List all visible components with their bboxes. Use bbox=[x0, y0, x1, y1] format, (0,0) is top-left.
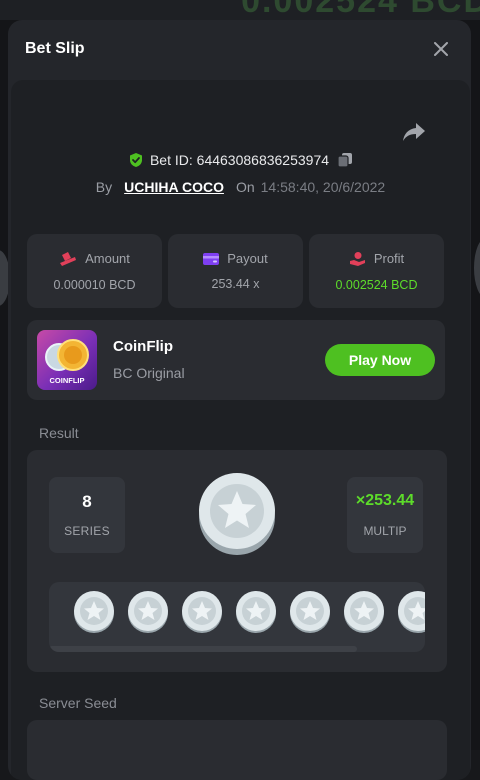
hand-coin-icon bbox=[349, 251, 366, 267]
result-coin-icon bbox=[197, 473, 277, 555]
coinflip-thumbnail[interactable]: COINFLIP bbox=[37, 330, 97, 390]
play-now-button[interactable]: Play Now bbox=[325, 344, 435, 376]
by-label: By bbox=[96, 179, 112, 195]
svg-text:COINFLIP: COINFLIP bbox=[50, 376, 85, 385]
coin-icon bbox=[343, 591, 385, 633]
server-seed-field bbox=[27, 720, 447, 780]
multiplier-box: ×253.44 MULTIP bbox=[347, 477, 423, 553]
copy-icon[interactable] bbox=[337, 152, 353, 168]
game-name: CoinFlip bbox=[113, 338, 173, 355]
stat-amount-label: Amount bbox=[85, 251, 130, 266]
coin-icon bbox=[73, 591, 115, 633]
bet-timestamp: 14:58:40, 20/6/2022 bbox=[261, 179, 386, 195]
result-label: Result bbox=[39, 425, 79, 441]
stat-payout: Payout 253.44 x bbox=[168, 234, 303, 308]
modal-title: Bet Slip bbox=[25, 40, 85, 58]
on-label: On bbox=[236, 179, 255, 195]
bet-author-row: By UCHIHA COCO On 14:58:40, 20/6/2022 bbox=[11, 179, 470, 195]
coin-icon bbox=[289, 591, 331, 633]
bet-details-panel: Bet ID: 64463086836253974 By UCHIHA COCO… bbox=[11, 80, 470, 780]
stat-payout-label: Payout bbox=[227, 251, 267, 266]
username-link[interactable]: UCHIHA COCO bbox=[124, 179, 224, 195]
multiplier-value: ×253.44 bbox=[356, 492, 414, 510]
multiplier-label: MULTIP bbox=[363, 524, 406, 538]
bet-slip-modal: Bet Slip Bet ID: 64463086836253974 bbox=[8, 20, 471, 780]
share-icon bbox=[402, 121, 426, 143]
bet-stats: Amount 0.000010 BCD Payout 253.44 x bbox=[27, 234, 444, 308]
coin-icon bbox=[127, 591, 169, 633]
modal-header: Bet Slip bbox=[8, 20, 471, 78]
background-balance: 0.002524 BCD bbox=[241, 0, 480, 21]
game-provider: BC Original bbox=[113, 365, 185, 381]
bet-id-text: Bet ID: 64463086836253974 bbox=[150, 152, 329, 168]
series-box: 8 SERIES bbox=[49, 477, 125, 553]
share-button[interactable] bbox=[402, 121, 426, 143]
server-seed-label: Server Seed bbox=[39, 695, 117, 711]
stat-payout-value: 253.44 x bbox=[212, 277, 260, 291]
wallet-icon bbox=[203, 252, 219, 266]
coin-icon bbox=[181, 591, 223, 633]
stat-amount: Amount 0.000010 BCD bbox=[27, 234, 162, 308]
coins-icon bbox=[59, 251, 77, 267]
series-label: SERIES bbox=[64, 524, 110, 538]
stat-profit: Profit 0.002524 BCD bbox=[309, 234, 444, 308]
bet-id-label: Bet ID: bbox=[150, 152, 197, 168]
coin-history-strip[interactable] bbox=[49, 582, 425, 652]
stat-profit-value: 0.002524 BCD bbox=[335, 278, 417, 292]
coinflip-logo: COINFLIP bbox=[37, 330, 97, 390]
coin-strip-scrollbar[interactable] bbox=[49, 646, 357, 652]
shield-check-icon bbox=[128, 152, 144, 168]
coin-history-row bbox=[49, 582, 425, 642]
bet-id-row: Bet ID: 64463086836253974 bbox=[11, 152, 470, 168]
game-card: COINFLIP CoinFlip BC Original Play Now bbox=[27, 320, 445, 400]
result-box: 8 SERIES ×253.44 MULTIP bbox=[27, 450, 447, 672]
stat-amount-value: 0.000010 BCD bbox=[53, 278, 135, 292]
coin-icon bbox=[397, 591, 425, 633]
stat-profit-label: Profit bbox=[374, 251, 404, 266]
coin-icon bbox=[235, 591, 277, 633]
series-value: 8 bbox=[82, 492, 91, 512]
close-icon bbox=[434, 42, 448, 56]
close-button[interactable] bbox=[429, 37, 453, 61]
bet-id-value: 64463086836253974 bbox=[197, 152, 329, 168]
